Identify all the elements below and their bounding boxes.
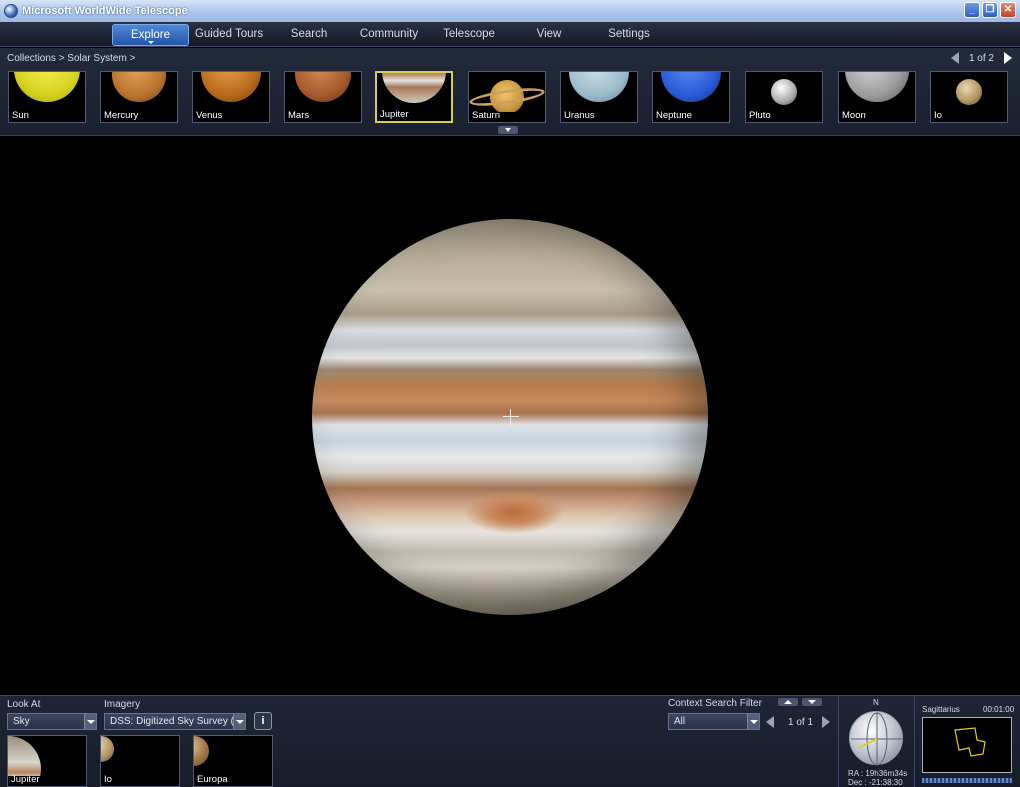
explore-pane: Collections > Solar System > 1 of 2 Sun … [0, 48, 1020, 136]
europa-image [194, 736, 209, 766]
globe-grid-icon [851, 712, 903, 766]
compass-north-label: N [873, 698, 879, 707]
sky-viewport[interactable] [0, 137, 1020, 695]
look-at-select[interactable]: Sky [7, 713, 97, 730]
control-panel: Look At Sky Imagery DSS: Digitized Sky S… [0, 695, 1020, 787]
tab-guided-tours[interactable]: Guided Tours [190, 24, 268, 46]
thumbnail-io[interactable]: Io [930, 71, 1008, 123]
window-title: Microsoft WorldWide Telescope [22, 5, 188, 17]
thumbnail-jupiter[interactable]: Jupiter [375, 71, 453, 123]
moon-image [845, 72, 909, 102]
tab-explore[interactable]: Explore [112, 24, 189, 46]
venus-image [201, 72, 261, 102]
thumbnail-mars[interactable]: Mars [284, 71, 362, 123]
mercury-image [112, 72, 166, 102]
thumbnail-moon[interactable]: Moon [838, 71, 916, 123]
caret-down-icon [147, 41, 154, 44]
compass-globe-icon[interactable] [849, 711, 903, 766]
imagery-label: Imagery [104, 699, 141, 710]
thumbnail-saturn[interactable]: Saturn [468, 71, 546, 123]
jupiter-image [382, 73, 446, 103]
crosshair-icon-vertical [510, 409, 511, 425]
menu-bar: Explore Guided Tours Search Community Te… [0, 22, 1020, 47]
look-at-label: Look At [7, 699, 41, 710]
info-button[interactable]: i [254, 712, 272, 730]
constellation-label: Sagittarius [922, 705, 960, 714]
ra-readout: RA : 19h36m34s [848, 769, 908, 778]
context-item-jupiter[interactable]: Jupiter [7, 735, 87, 787]
close-button[interactable]: ✕ [1000, 2, 1016, 18]
window-controls: _ ❐ ✕ [964, 2, 1016, 18]
thumbnail-mercury[interactable]: Mercury [100, 71, 178, 123]
crosshair-icon [503, 416, 519, 417]
context-item-europa[interactable]: Europa [193, 735, 273, 787]
imagery-select[interactable]: DSS: Digitized Sky Survey (... [104, 713, 246, 730]
explore-pager: 1 of 2 [950, 52, 1012, 64]
thumbnail-sun[interactable]: Sun [8, 71, 86, 123]
tab-search[interactable]: Search [270, 24, 348, 46]
context-search-label: Context Search Filter [668, 698, 762, 709]
tab-view[interactable]: View [510, 24, 588, 46]
pluto-image [771, 79, 797, 105]
time-progress-bar[interactable] [922, 778, 1012, 783]
divider [914, 696, 915, 787]
chevron-down-icon [84, 714, 96, 729]
restore-button[interactable]: ❐ [982, 2, 998, 18]
io-image [956, 79, 982, 105]
context-next-icon[interactable] [822, 716, 830, 728]
context-previous-icon[interactable] [766, 716, 774, 728]
divider [838, 696, 839, 787]
next-page-icon[interactable] [1004, 52, 1012, 64]
app-icon [4, 4, 18, 18]
uranus-image [569, 72, 629, 102]
jupiter-image [8, 736, 41, 776]
thumbnail-venus[interactable]: Venus [192, 71, 270, 123]
clock-readout: 00:01:00 [983, 705, 1015, 714]
chevron-down-icon [233, 714, 245, 729]
scroll-down-button[interactable] [802, 698, 822, 706]
constellation-outline-icon [954, 727, 986, 757]
scroll-up-button[interactable] [778, 698, 798, 706]
neptune-image [661, 72, 721, 102]
previous-page-icon[interactable] [950, 52, 959, 64]
chevron-down-icon [747, 714, 759, 729]
minimize-button[interactable]: _ [964, 2, 980, 18]
thumbnail-uranus[interactable]: Uranus [560, 71, 638, 123]
context-page-indicator: 1 of 1 [788, 717, 814, 728]
tab-community[interactable]: Community [350, 24, 428, 46]
tab-settings[interactable]: Settings [590, 24, 668, 46]
thumbnail-pluto[interactable]: Pluto [745, 71, 823, 123]
tab-telescope[interactable]: Telescope [430, 24, 508, 46]
sun-image [14, 72, 80, 102]
context-filter-select[interactable]: All [668, 713, 760, 730]
dec-readout: Dec : -21:38:30 [848, 778, 903, 787]
thumbnail-neptune[interactable]: Neptune [652, 71, 730, 123]
breadcrumb[interactable]: Collections > Solar System > [7, 53, 135, 64]
io-image [101, 736, 114, 762]
mars-image [295, 72, 351, 102]
page-indicator: 1 of 2 [968, 52, 994, 64]
context-item-io[interactable]: Io [100, 735, 180, 787]
constellation-mini-map[interactable] [922, 717, 1012, 773]
collapse-explore-button[interactable] [498, 126, 518, 134]
title-bar: Microsoft WorldWide Telescope _ ❐ ✕ [0, 0, 1020, 22]
